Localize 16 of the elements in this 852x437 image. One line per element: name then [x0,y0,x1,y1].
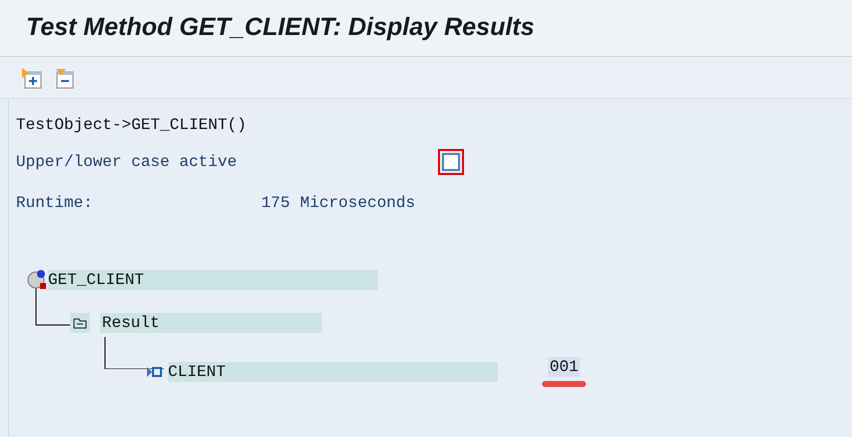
tree-node[interactable]: Result [100,313,322,333]
option-label: Upper/lower case active [16,152,238,173]
folder-icon [70,313,90,333]
runtime-label: Runtime: [16,193,94,211]
header-line: TestObject->GET_CLIENT() [16,115,248,133]
window-title: Test Method GET_CLIENT: Display Results [26,12,534,44]
underline-mark [542,381,586,387]
tree-node[interactable]: GET_CLIENT [48,270,378,290]
expand-icon[interactable] [20,66,44,90]
parameter-icon [146,365,164,379]
result-value: 001 [548,357,580,377]
checkbox[interactable] [438,149,464,175]
tree-node[interactable]: CLIENT [168,362,498,382]
method-icon [26,269,48,291]
runtime-unit: Microseconds [300,193,416,211]
runtime-value: 175 [260,193,290,211]
